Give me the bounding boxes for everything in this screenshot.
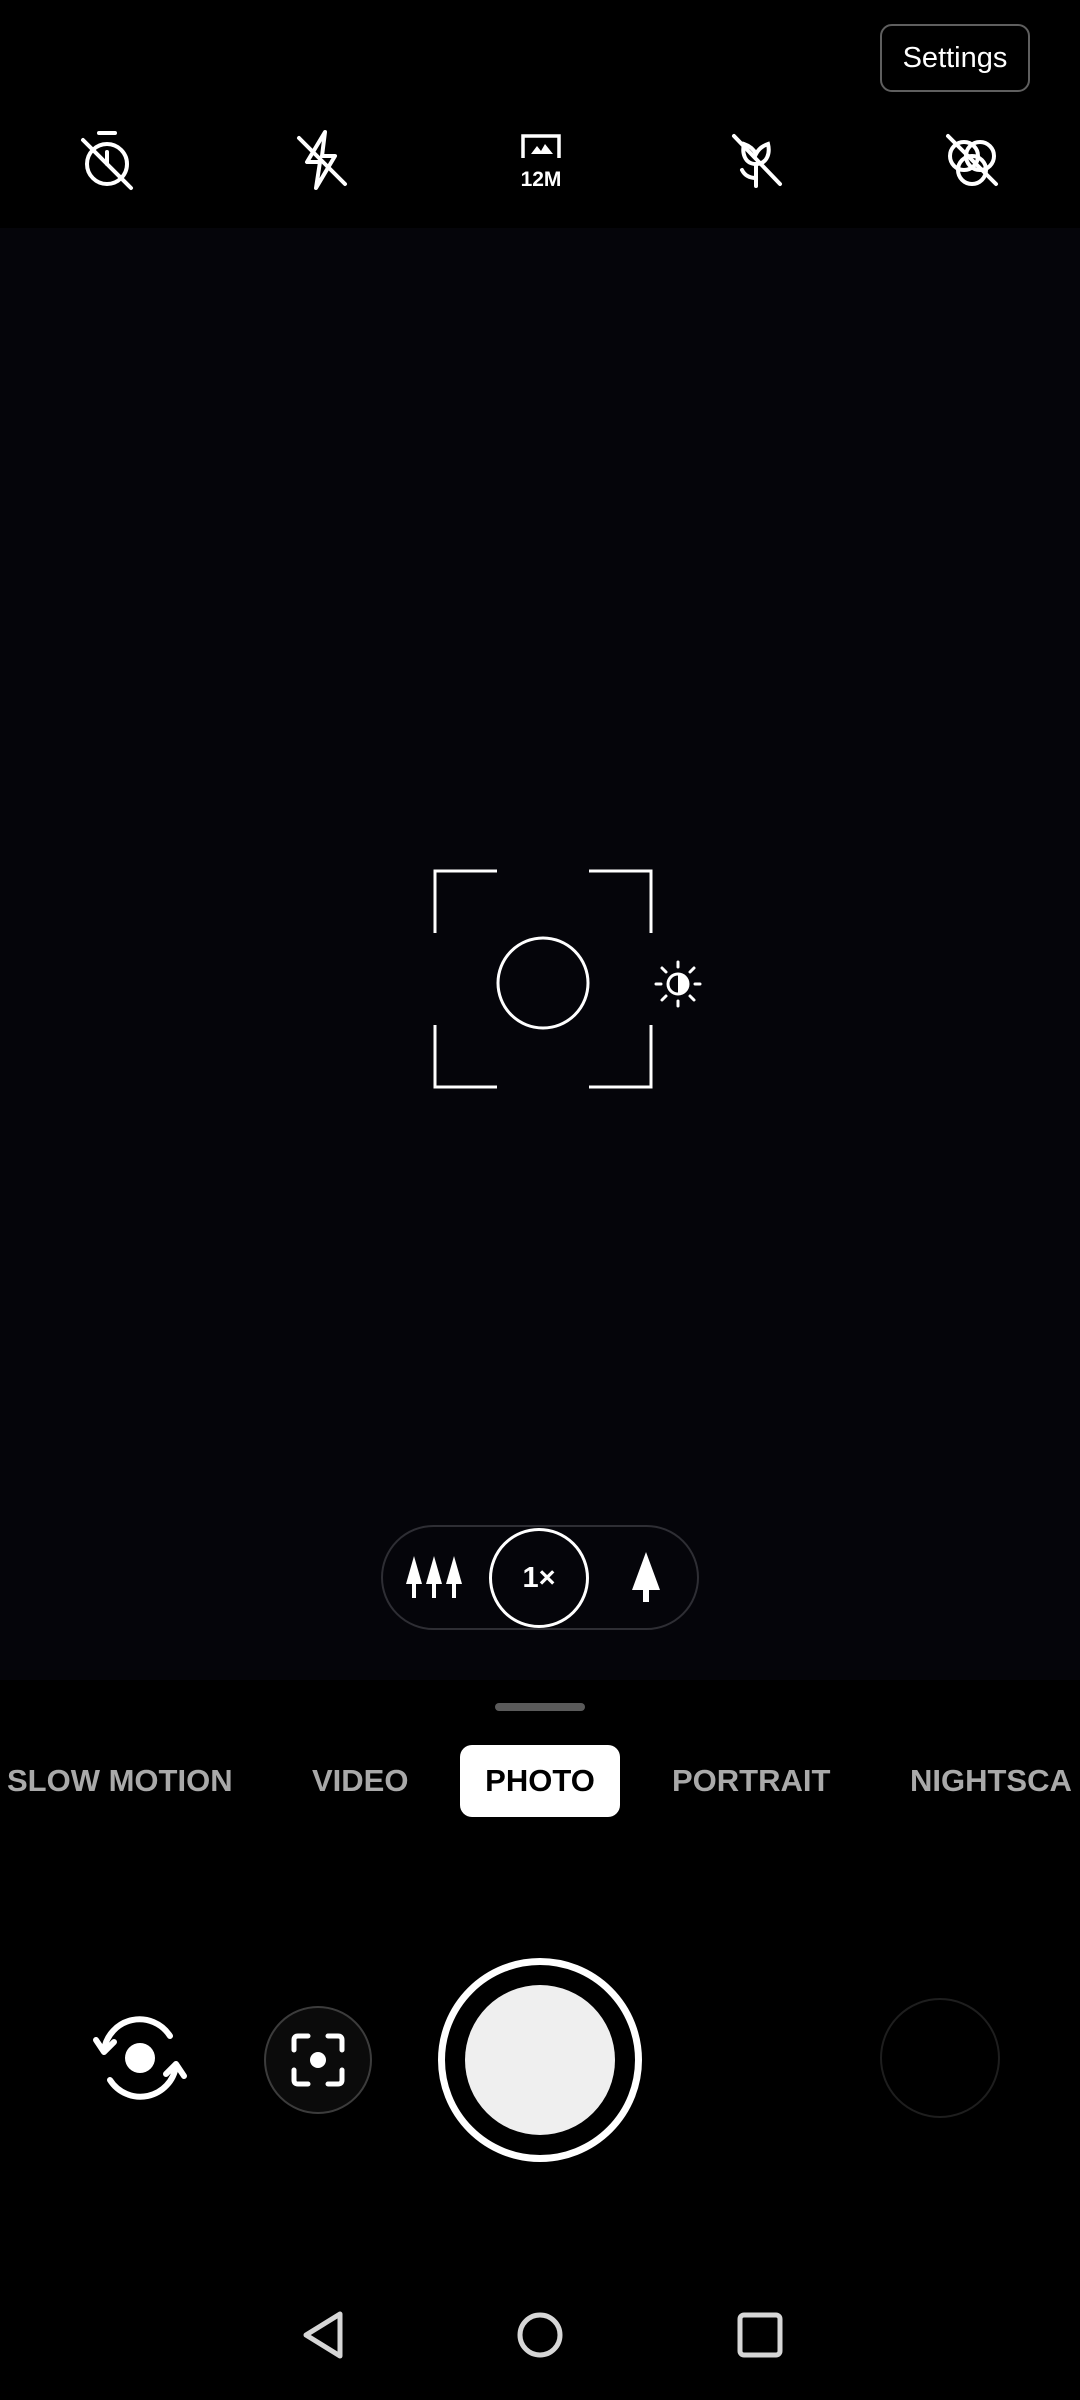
mode-label: PHOTO — [485, 1763, 595, 1798]
resolution-label: 12M — [521, 168, 562, 191]
mode-label: NIGHTSCA — [910, 1763, 1072, 1798]
lens-scan-icon — [291, 2033, 345, 2087]
mode-label: SLOW MOTION — [7, 1763, 233, 1798]
drag-handle[interactable] — [495, 1703, 585, 1711]
focus-frame[interactable] — [432, 868, 654, 1090]
mode-portrait[interactable]: PORTRAIT — [672, 1745, 830, 1817]
exposure-icon[interactable] — [654, 960, 702, 1008]
mode-slow-motion[interactable]: SLOW MOTION — [7, 1745, 233, 1817]
camera-flip-icon[interactable] — [90, 2008, 190, 2108]
mode-label: PORTRAIT — [672, 1763, 831, 1798]
telephoto-icon[interactable] — [618, 1550, 674, 1604]
back-icon[interactable] — [288, 2300, 358, 2370]
recents-icon[interactable] — [725, 2300, 795, 2370]
resolution-icon[interactable]: 12M — [503, 122, 579, 198]
macro-off-icon[interactable] — [718, 122, 794, 198]
zoom-level-label: 1× — [522, 1561, 556, 1594]
mode-label: VIDEO — [312, 1763, 409, 1798]
zoom-1x-button[interactable]: 1× — [489, 1528, 589, 1628]
lens-scan-button[interactable] — [264, 2006, 372, 2114]
home-icon[interactable] — [505, 2300, 575, 2370]
flash-off-icon[interactable] — [283, 122, 359, 198]
timer-off-icon[interactable] — [69, 122, 145, 198]
wide-angle-icon[interactable] — [402, 1550, 466, 1604]
mode-video[interactable]: VIDEO — [312, 1745, 408, 1817]
camera-screen: Settings 12M 1× SLOW MOTION VIDEO PHOTO … — [0, 0, 1080, 2400]
mode-photo[interactable]: PHOTO — [460, 1745, 620, 1817]
settings-label: Settings — [902, 41, 1008, 74]
gallery-thumbnail[interactable] — [880, 1998, 1000, 2118]
mode-nightscape[interactable]: NIGHTSCA — [910, 1745, 1072, 1817]
filter-off-icon[interactable] — [934, 122, 1010, 198]
settings-button[interactable]: Settings — [880, 24, 1030, 92]
shutter-button[interactable] — [465, 1985, 615, 2135]
